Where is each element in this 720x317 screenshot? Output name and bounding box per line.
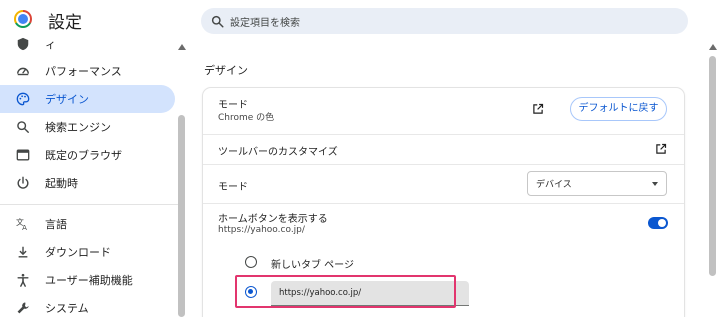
translate-icon: 文 A bbox=[16, 217, 27, 231]
search-icon bbox=[211, 15, 224, 28]
sidebar-divider bbox=[0, 204, 180, 205]
home-button-toggle[interactable] bbox=[648, 217, 668, 229]
toggle-knob bbox=[658, 219, 666, 227]
home-url-input[interactable]: https://yahoo.co.jp/ bbox=[271, 281, 469, 306]
page-title: 設定 bbox=[48, 13, 82, 33]
home-button-label: ホームボタンを表示する bbox=[218, 214, 328, 225]
browser-window-icon bbox=[16, 149, 30, 161]
search-icon bbox=[17, 121, 29, 133]
sidebar-item-on-startup[interactable]: 起動時 bbox=[0, 169, 175, 197]
sidebar-item-accessibility[interactable]: ユーザー補助機能 bbox=[0, 266, 175, 294]
speedometer-icon bbox=[17, 67, 29, 76]
row-divider bbox=[203, 134, 684, 135]
sidebar-item-label: デザイン bbox=[45, 93, 89, 106]
sidebar-item-label: 起動時 bbox=[45, 177, 78, 190]
search-placeholder: 設定項目を検索 bbox=[230, 17, 300, 29]
sidebar-item-search-engine[interactable]: 検索エンジン bbox=[0, 113, 175, 141]
chrome-logo-icon bbox=[14, 10, 32, 28]
sidebar-item-privacy[interactable]: ィ bbox=[0, 34, 175, 54]
row-divider bbox=[203, 164, 684, 165]
privacy-shield-icon bbox=[17, 37, 29, 51]
sidebar-item-label: 検索エンジン bbox=[45, 121, 111, 134]
radio-new-tab-label: 新しいタブ ページ bbox=[271, 260, 354, 271]
mode-select[interactable]: デバイス bbox=[527, 171, 667, 196]
sidebar: ィ パフォーマンス デザイン 検索エンジン 既定のブラウザ 起動時 文 A 言語… bbox=[0, 37, 190, 317]
theme-sublabel: Chrome の色 bbox=[218, 113, 275, 123]
sidebar-item-label: 既定のブラウザ bbox=[45, 149, 122, 162]
sidebar-item-label: パフォーマンス bbox=[45, 65, 122, 78]
sidebar-item-appearance[interactable]: デザイン bbox=[0, 85, 175, 113]
chevron-down-icon bbox=[652, 182, 658, 186]
sidebar-scrollbar-thumb[interactable] bbox=[178, 115, 185, 317]
sidebar-item-languages[interactable]: 文 A 言語 bbox=[0, 210, 175, 238]
sidebar-item-system[interactable]: システム bbox=[0, 294, 175, 317]
reset-to-default-button[interactable]: デフォルトに戻す bbox=[570, 97, 667, 121]
radio-new-tab-page[interactable] bbox=[245, 256, 257, 268]
accessibility-icon bbox=[17, 273, 29, 287]
palette-icon bbox=[16, 92, 30, 106]
sidebar-item-performance[interactable]: パフォーマンス bbox=[0, 57, 175, 85]
theme-label: モード bbox=[218, 100, 248, 111]
mode-label: モード bbox=[218, 182, 248, 193]
sidebar-item-default-browser[interactable]: 既定のブラウザ bbox=[0, 141, 175, 169]
sidebar-item-label: システム bbox=[45, 302, 89, 315]
open-external-icon[interactable] bbox=[532, 103, 544, 115]
home-button-sublabel: https://yahoo.co.jp/ bbox=[218, 225, 305, 235]
row-divider bbox=[203, 203, 684, 204]
sidebar-item-label: ィ bbox=[45, 38, 56, 51]
main-scrollbar-thumb[interactable] bbox=[709, 56, 716, 276]
main-scroll-up-arrow[interactable] bbox=[709, 44, 717, 50]
svg-text:A: A bbox=[22, 224, 27, 231]
download-icon bbox=[18, 246, 28, 258]
sidebar-item-label: ユーザー補助機能 bbox=[45, 274, 133, 287]
sidebar-item-downloads[interactable]: ダウンロード bbox=[0, 238, 175, 266]
sidebar-item-label: ダウンロード bbox=[45, 246, 111, 259]
open-external-icon[interactable] bbox=[655, 143, 667, 155]
home-url-value: https://yahoo.co.jp/ bbox=[279, 288, 362, 298]
sidebar-item-label: 言語 bbox=[45, 218, 67, 231]
radio-custom-url[interactable] bbox=[245, 286, 257, 298]
section-title: デザイン bbox=[204, 64, 248, 77]
power-icon bbox=[17, 176, 29, 189]
toolbar-customize-label: ツールバーのカスタマイズ bbox=[218, 147, 338, 158]
mode-select-value: デバイス bbox=[536, 180, 572, 190]
search-input[interactable]: 設定項目を検索 bbox=[201, 8, 688, 34]
sidebar-scroll-up-arrow[interactable] bbox=[178, 44, 186, 50]
wrench-icon bbox=[17, 302, 29, 314]
